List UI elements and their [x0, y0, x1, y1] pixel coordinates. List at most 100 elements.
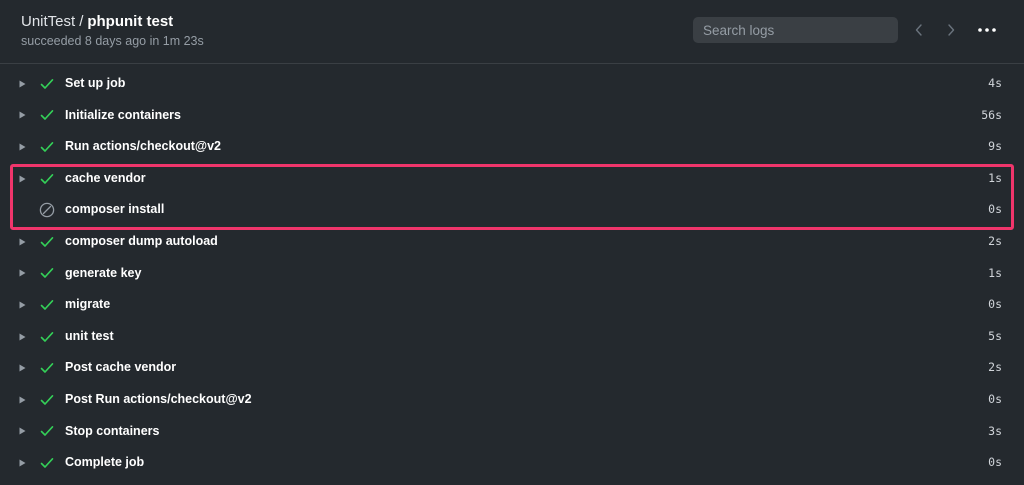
- step-duration: 9s: [988, 139, 1002, 154]
- step-duration: 1s: [988, 265, 1002, 280]
- step-status: [38, 131, 56, 163]
- check-icon: [40, 236, 54, 247]
- check-icon: [40, 299, 54, 310]
- expand-toggle[interactable]: [19, 416, 26, 448]
- check-icon: [40, 331, 54, 342]
- skipped-icon: [39, 202, 55, 218]
- workflow-name[interactable]: UnitTest: [21, 13, 75, 30]
- step-name: composer dump autoload: [65, 233, 218, 248]
- job-status-summary: succeeded 8 days ago in 1m 23s: [21, 34, 204, 48]
- expand-toggle[interactable]: [19, 68, 26, 100]
- more-options-button[interactable]: [975, 20, 999, 40]
- step-status: [38, 194, 56, 226]
- step-row[interactable]: Set up job 4s: [0, 68, 1024, 100]
- step-row[interactable]: generate key 1s: [0, 258, 1024, 290]
- expand-toggle[interactable]: [19, 352, 26, 384]
- step-name: Stop containers: [65, 423, 160, 438]
- step-row[interactable]: Run actions/checkout@v2 9s: [0, 131, 1024, 163]
- step-status: [38, 163, 56, 195]
- step-name: migrate: [65, 297, 111, 312]
- check-icon: [40, 173, 54, 184]
- check-icon: [40, 268, 54, 279]
- step-row[interactable]: Post cache vendor 2s: [0, 352, 1024, 384]
- step-name: Post cache vendor: [65, 360, 177, 375]
- caret-right-icon: [19, 269, 26, 277]
- step-status: [38, 226, 56, 258]
- caret-right-icon: [19, 364, 26, 372]
- check-icon: [40, 141, 54, 152]
- step-row[interactable]: Stop containers 3s: [0, 416, 1024, 448]
- step-duration: 56s: [981, 107, 1002, 122]
- step-duration: 3s: [988, 423, 1002, 438]
- caret-right-icon: [19, 333, 26, 341]
- step-name: composer install: [65, 202, 165, 217]
- expand-toggle[interactable]: [19, 384, 26, 416]
- search-logs-input[interactable]: [693, 17, 898, 43]
- step-name: Initialize containers: [65, 107, 182, 122]
- step-row[interactable]: Initialize containers 56s: [0, 100, 1024, 132]
- kebab-horizontal-icon: [978, 28, 996, 32]
- check-icon: [40, 363, 54, 373]
- caret-right-icon: [19, 301, 26, 309]
- caret-right-icon: [19, 459, 26, 467]
- step-row[interactable]: unit test 5s: [0, 321, 1024, 353]
- expand-toggle[interactable]: [19, 131, 26, 163]
- check-icon: [40, 394, 54, 405]
- chevron-right-icon: [948, 24, 955, 36]
- steps-list: Set up job 4s Initialize containers 56s Run …: [0, 68, 1024, 479]
- step-row[interactable]: composer dump autoload 2s: [0, 226, 1024, 258]
- page-title: UnitTest / phpunit test: [21, 13, 173, 31]
- step-row[interactable]: Post Run actions/checkout@v2 0s: [0, 384, 1024, 416]
- step-duration: 4s: [988, 76, 1002, 90]
- chevron-left-icon: [915, 24, 922, 36]
- step-status: [38, 289, 56, 321]
- step-row[interactable]: cache vendor 1s: [0, 163, 1024, 195]
- caret-right-icon: [19, 175, 26, 183]
- step-status: [38, 384, 56, 416]
- step-duration: 0s: [988, 297, 1002, 312]
- step-status: [38, 258, 56, 290]
- expand-toggle[interactable]: [19, 163, 26, 195]
- step-status: [38, 447, 56, 479]
- title-separator: /: [79, 13, 84, 30]
- caret-right-icon: [19, 238, 26, 246]
- step-name: Run actions/checkout@v2: [65, 139, 221, 154]
- previous-match-button[interactable]: [909, 20, 929, 40]
- step-status: [38, 100, 56, 132]
- expand-toggle[interactable]: [19, 289, 26, 321]
- step-status: [38, 321, 56, 353]
- step-name: Set up job: [65, 76, 126, 90]
- next-match-button[interactable]: [941, 20, 961, 40]
- caret-right-icon: [19, 143, 26, 151]
- step-status: [38, 416, 56, 448]
- expand-toggle[interactable]: [19, 321, 26, 353]
- expand-toggle[interactable]: [19, 258, 26, 290]
- job-header: UnitTest / phpunit test succeeded 8 days a…: [0, 0, 1024, 64]
- step-name: Complete job: [65, 455, 145, 470]
- step-duration: 0s: [988, 455, 1002, 470]
- step-duration: 0s: [988, 202, 1002, 217]
- step-name: cache vendor: [65, 170, 146, 185]
- step-row[interactable]: composer install 0s: [0, 194, 1024, 226]
- check-icon: [40, 426, 54, 437]
- caret-right-icon: [19, 396, 26, 404]
- step-name: generate key: [65, 265, 142, 280]
- step-row[interactable]: migrate 0s: [0, 289, 1024, 321]
- step-name: unit test: [65, 328, 114, 343]
- step-duration: 0s: [988, 391, 1002, 406]
- step-duration: 5s: [988, 328, 1002, 343]
- step-status: [38, 352, 56, 384]
- caret-right-icon: [19, 427, 26, 435]
- step-duration: 1s: [988, 170, 1002, 185]
- caret-right-icon: [19, 80, 26, 88]
- check-icon: [40, 78, 54, 89]
- caret-right-icon: [19, 111, 26, 119]
- expand-toggle[interactable]: [19, 226, 26, 258]
- expand-toggle[interactable]: [19, 100, 26, 132]
- expand-toggle[interactable]: [19, 447, 26, 479]
- step-row[interactable]: Complete job 0s: [0, 447, 1024, 479]
- check-icon: [40, 110, 54, 121]
- step-name: Post Run actions/checkout@v2: [65, 391, 252, 406]
- step-duration: 2s: [988, 233, 1002, 248]
- step-duration: 2s: [988, 360, 1002, 375]
